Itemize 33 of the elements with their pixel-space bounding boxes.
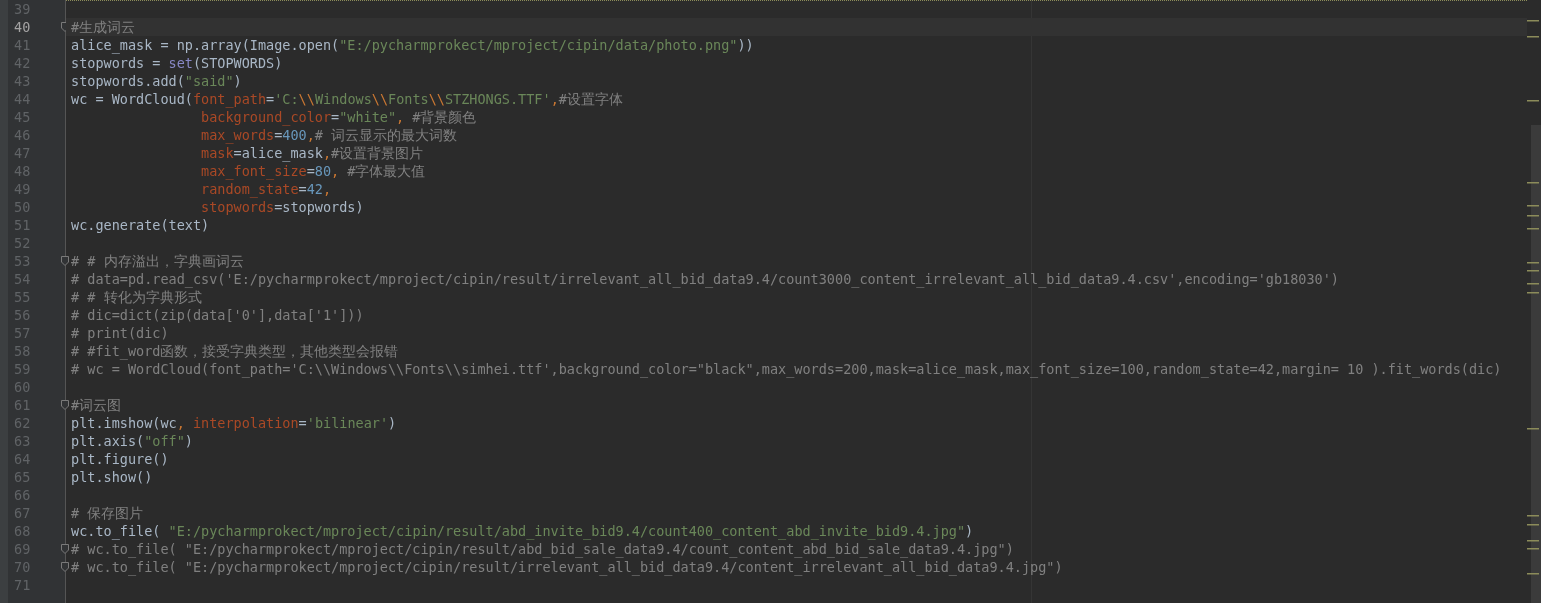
code-line: # 保存图片: [71, 504, 144, 522]
code-line: #生成词云: [71, 18, 136, 36]
code-line: # # 转化为字典形式: [71, 288, 202, 306]
code-line: # wc = WordCloud(font_path='C:\\Windows\\Fonts\\simhei.ttf',background_color="black",max_words=200,mask=alice_mask,max_font_size=100,random_state=42,margin= 10 ).fit_words(dic): [71, 360, 1502, 378]
fold-marker-icon[interactable]: [61, 562, 69, 572]
code-line: # wc.to_file( "E:/pycharmprokect/mproject/cipin/result/abd_bid_sale_data9.4/count_content_abd_bid_sale_data9.4.jpg"): [71, 540, 1014, 558]
fold-marker-icon[interactable]: [61, 256, 69, 266]
code-line: # #fit_word函数，接受字典类型，其他类型会报错: [71, 342, 399, 360]
code-line: wc.generate(text): [71, 216, 210, 234]
code-line: # data=pd.read_csv('E:/pycharmprokect/mproject/cipin/result/irrelevant_all_bid_data9.4/count3000_content_irrelevant_all_bid_data9.4.csv',encoding='gb18030'): [71, 270, 1339, 288]
code-line: max_font_size=80, #字体最大值: [201, 162, 426, 180]
code-line: plt.imshow(wc, interpolation='bilinear'): [71, 414, 397, 432]
code-line: plt.axis("off"): [71, 432, 193, 450]
code-line: stopwords = set(STOPWORDS): [71, 54, 283, 72]
code-line: alice_mask = np.array(Image.open("E:/pycharmprokect/mproject/cipin/data/photo.png")): [71, 36, 754, 54]
code-line: # dic=dict(zip(data['0'],data['1'])): [71, 306, 364, 324]
fold-marker-icon[interactable]: [61, 544, 69, 554]
code-line: stopwords=stopwords): [201, 198, 364, 216]
code-line: #词云图: [71, 396, 122, 414]
code-line: mask=alice_mask,#设置背景图片: [201, 144, 424, 162]
code-line: # wc.to_file( "E:/pycharmprokect/mproject/cipin/result/irrelevant_all_bid_data9.4/content_irrelevant_all_bid_data9.4.jpg"): [71, 558, 1063, 576]
code-line: # # 内存溢出，字典画词云: [71, 252, 244, 270]
line-number: 40: [14, 18, 31, 36]
fold-marker-icon[interactable]: [61, 400, 69, 410]
code-line: stopwords.add("said"): [71, 72, 242, 90]
code-line: random_state=42,: [201, 180, 332, 198]
code-line: max_words=400,# 词云显示的最大词数: [201, 126, 458, 144]
code-line: plt.figure(): [71, 450, 169, 468]
code-line: background_color="white", #背景颜色: [201, 108, 477, 126]
code-line: wc.to_file( "E:/pycharmprokect/mproject/cipin/result/abd_invite_bid9.4/count400_content_abd_invite_bid9.4.jpg"): [71, 522, 974, 540]
code-line: wc = WordCloud(font_path='C:\\Windows\\Fonts\\STZHONGS.TTF',#设置字体: [71, 90, 623, 108]
code-line: # print(dic): [71, 324, 169, 342]
code-line: plt.show(): [71, 468, 153, 486]
